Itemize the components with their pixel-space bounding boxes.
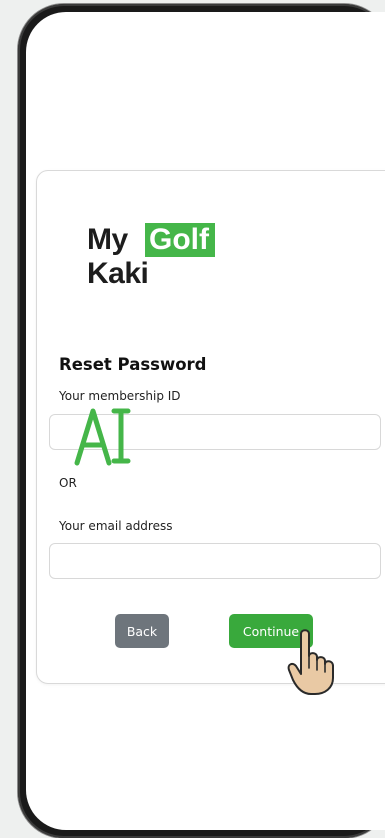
phone-frame: My Golf Kaki Reset Password Your members… bbox=[18, 4, 385, 838]
logo-word-kaki: Kaki bbox=[87, 257, 149, 290]
logo-word-golf: Golf bbox=[145, 223, 215, 257]
email-input[interactable] bbox=[49, 543, 381, 579]
or-separator: OR bbox=[59, 476, 77, 490]
phone-screen: My Golf Kaki Reset Password Your members… bbox=[26, 12, 385, 830]
email-label: Your email address bbox=[59, 519, 173, 533]
pointer-hand-icon bbox=[287, 629, 334, 695]
back-button[interactable]: Back bbox=[115, 614, 169, 648]
logo-word-my: My bbox=[87, 223, 128, 256]
mygolfkaki-logo: My Golf Kaki bbox=[87, 219, 257, 299]
membership-id-label: Your membership ID bbox=[59, 389, 181, 403]
page-title: Reset Password bbox=[59, 355, 207, 374]
reset-password-card: My Golf Kaki Reset Password Your members… bbox=[36, 170, 385, 695]
ai-logo-icon bbox=[74, 408, 131, 466]
